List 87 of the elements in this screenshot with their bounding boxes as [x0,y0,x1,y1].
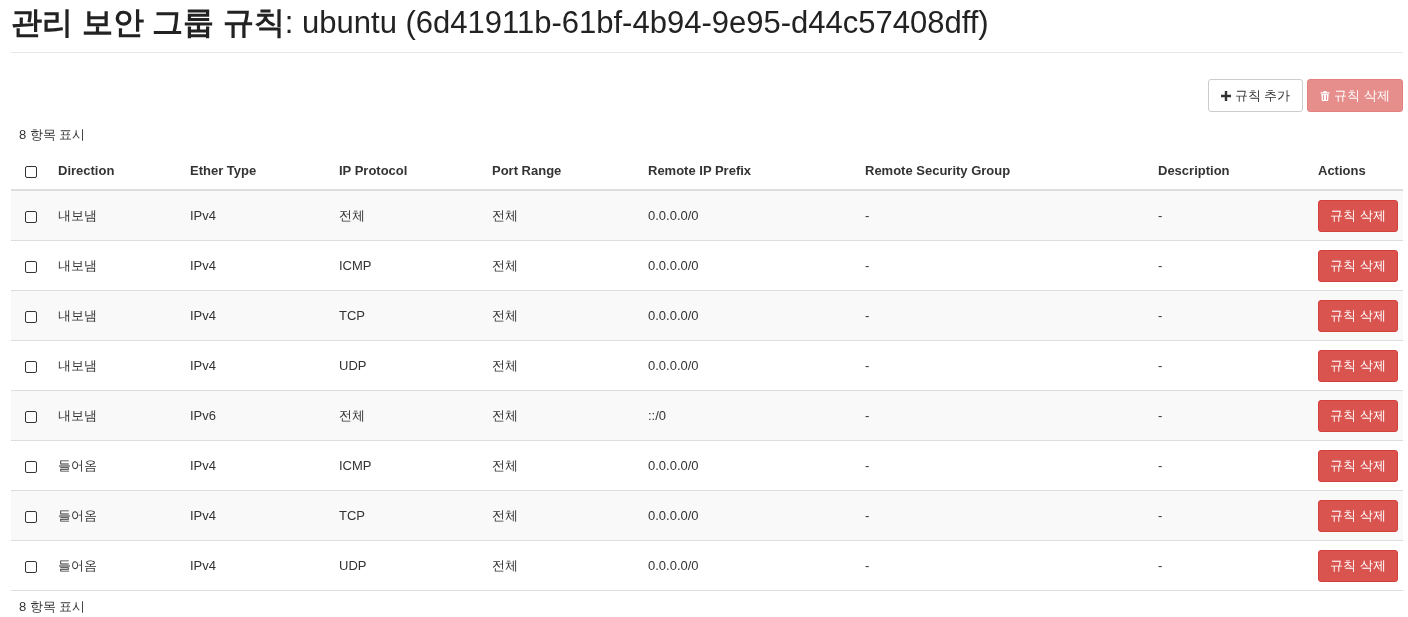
row-checkbox[interactable] [24,510,37,523]
table-cell: IPv4 [190,258,216,273]
table-cell: ICMP [339,258,372,273]
table-cell: - [1158,508,1163,523]
table-cell: - [1158,358,1163,373]
table-cell: - [1158,408,1163,423]
page-title: 관리 보안 그룹 규칙: ubuntu (6d41911b-61bf-4b94-9e95-d44c57408dff) [11,5,990,41]
table-cell: 0.0.0.0/0 [648,508,699,523]
table-cell: 전체 [339,407,365,423]
table-cell: ::/0 [648,408,667,423]
table-cell: IPv4 [190,308,216,323]
column-header: Remote Security Group [865,163,1011,178]
delete-rule-button[interactable]: 규칙 삭제 [1318,299,1398,332]
table-cell: IPv4 [190,458,216,473]
table-cell: 0.0.0.0/0 [648,258,699,273]
table-cell: 0.0.0.0/0 [648,308,699,323]
table-cell: - [1158,208,1163,223]
table-cell: 내보냄 [58,257,97,273]
table-cell: IPv4 [190,208,216,223]
delete-rule-button[interactable]: 규칙 삭제 [1318,549,1398,582]
table-cell: - [1158,308,1163,323]
table-cell: 전체 [492,457,518,473]
table-cell: IPv4 [190,508,216,523]
delete-rule-button[interactable]: 규칙 삭제 [1318,249,1398,282]
row-checkbox[interactable] [24,210,37,223]
table-cell: 전체 [492,207,518,223]
table-cell: IPv4 [190,558,216,573]
column-header: Ether Type [190,163,257,178]
column-header: IP Protocol [339,163,408,178]
table-cell: - [865,408,870,423]
table-cell: TCP [339,508,365,523]
table-cell: 전체 [492,307,518,323]
table-cell: ICMP [339,458,372,473]
table-cell: 전체 [492,507,518,523]
delete-rule-button[interactable]: 규칙 삭제 [1318,499,1398,532]
table-cell: - [1158,558,1163,573]
table-cell: 전체 [339,207,365,223]
table-cell: - [865,458,870,473]
table-cell: UDP [339,558,367,573]
table-cell: TCP [339,308,365,323]
table-cell: - [865,258,870,273]
table-cell: 0.0.0.0/0 [648,358,699,373]
row-checkbox[interactable] [24,410,37,423]
table-cell: 전체 [492,357,518,373]
row-checkbox[interactable] [24,560,37,573]
table-cell: - [865,558,870,573]
row-checkbox[interactable] [24,460,37,473]
table-cell: 전체 [492,407,518,423]
column-header: Port Range [492,163,562,178]
table-cell: 내보냄 [58,357,97,373]
table-cell: 내보냄 [58,207,97,223]
table-cell: 들어옴 [58,557,97,573]
row-checkbox[interactable] [24,260,37,273]
table-cell: IPv4 [190,358,216,373]
table-cell: 0.0.0.0/0 [648,208,699,223]
add-rule-button[interactable]: 규칙 추가 [1207,79,1304,112]
table-cell: - [865,308,870,323]
row-checkbox[interactable] [24,360,37,373]
column-header: Direction [58,163,115,178]
table-cell: UDP [339,358,367,373]
delete-rule-button[interactable]: 규칙 삭제 [1318,349,1398,382]
row-checkbox[interactable] [24,310,37,323]
plus-icon [1220,90,1231,101]
table-cell: 전체 [492,557,518,573]
delete-rule-button[interactable]: 규칙 삭제 [1318,199,1398,232]
table-cell: - [865,208,870,223]
table-cell: 전체 [492,257,518,273]
item-count: 8 항목 표시 [19,599,87,615]
column-header: Actions [1318,163,1366,178]
table-cell: - [1158,258,1163,273]
table-cell: IPv6 [190,408,216,423]
table-cell: 들어옴 [58,507,97,523]
table-cell: - [865,508,870,523]
column-header: Description [1158,163,1230,178]
item-count: 8 항목 표시 [19,127,87,143]
select-all-checkbox[interactable] [24,165,37,178]
column-header: Remote IP Prefix [648,163,752,178]
table-cell: 내보냄 [58,307,97,323]
table-cell: - [865,358,870,373]
table-cell: 들어옴 [58,457,97,473]
trash-icon [1320,90,1331,101]
table-cell: - [1158,458,1163,473]
delete-rule-button[interactable]: 규칙 삭제 [1318,399,1398,432]
delete-rule-button[interactable]: 규칙 삭제 [1318,449,1398,482]
table-cell: 내보냄 [58,407,97,423]
table-cell: 0.0.0.0/0 [648,458,699,473]
table-cell: 0.0.0.0/0 [648,558,699,573]
